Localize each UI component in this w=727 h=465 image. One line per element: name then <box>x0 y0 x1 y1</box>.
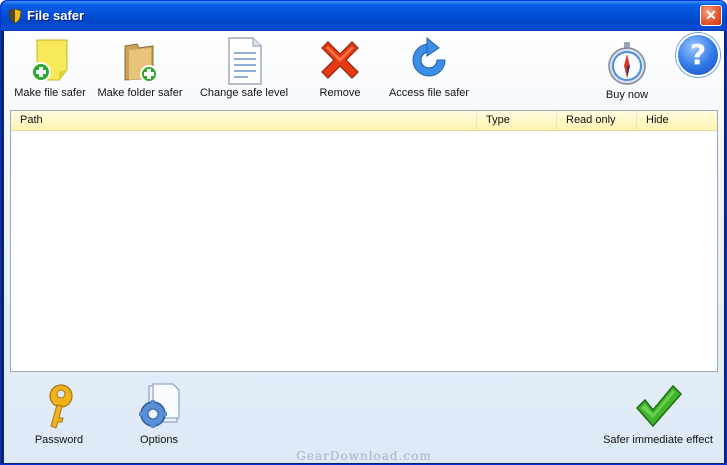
protected-files-list[interactable]: Path Type Read only Hide <box>10 110 718 372</box>
compass-icon <box>608 42 646 85</box>
remove-button[interactable]: Remove <box>304 31 376 109</box>
safer-immediate-effect-label: Safer immediate effect <box>603 434 713 446</box>
toolbar: Make file safer Make folder safer Change… <box>4 31 724 109</box>
title-bar[interactable]: File safer ✕ <box>1 1 726 31</box>
client-area: Make file safer Make folder safer Change… <box>4 31 724 463</box>
bottom-bar: Password Options Safer immediate effect … <box>4 376 724 463</box>
refresh-arrow-icon <box>412 36 446 77</box>
close-icon: ✕ <box>705 7 717 23</box>
checkmark-icon <box>635 384 683 428</box>
watermark: GearDownload.com <box>296 449 432 463</box>
column-header-hide[interactable]: Hide <box>636 111 717 130</box>
app-window: File safer ✕ Make file safer Make folder… <box>0 0 727 465</box>
column-header-path[interactable]: Path <box>11 111 476 130</box>
folder-plus-icon <box>124 43 158 83</box>
access-file-safer-label: Access file safer <box>388 87 470 99</box>
column-header-read-only[interactable]: Read only <box>556 111 636 130</box>
password-label: Password <box>34 434 84 446</box>
access-file-safer-button[interactable]: Access file safer <box>384 31 474 109</box>
list-header: Path Type Read only Hide <box>11 111 717 131</box>
make-file-safer-button[interactable]: Make file safer <box>10 31 90 109</box>
document-lines-icon <box>228 37 262 85</box>
close-button[interactable]: ✕ <box>700 5 722 26</box>
password-button[interactable]: Password <box>26 376 92 456</box>
change-safe-level-label: Change safe level <box>199 87 289 99</box>
help-icon: ? <box>689 38 707 71</box>
gear-document-icon <box>139 383 180 428</box>
sticky-note-plus-icon <box>31 39 68 82</box>
safer-immediate-effect-button[interactable]: Safer immediate effect <box>594 376 722 456</box>
help-button[interactable]: ? <box>676 33 720 77</box>
change-safe-level-button[interactable]: Change safe level <box>196 31 292 109</box>
buy-now-button[interactable]: Buy now <box>594 31 660 109</box>
window-title: File safer <box>27 8 85 23</box>
column-header-type[interactable]: Type <box>476 111 556 130</box>
options-button[interactable]: Options <box>128 376 190 456</box>
remove-label: Remove <box>319 87 361 99</box>
make-folder-safer-label: Make folder safer <box>97 87 183 99</box>
options-label: Options <box>140 434 178 446</box>
key-icon <box>49 384 73 429</box>
make-file-safer-label: Make file safer <box>14 87 86 99</box>
red-x-icon <box>321 41 359 79</box>
shield-icon <box>8 8 22 24</box>
buy-now-label: Buy now <box>605 89 649 101</box>
make-folder-safer-button[interactable]: Make folder safer <box>94 31 186 109</box>
